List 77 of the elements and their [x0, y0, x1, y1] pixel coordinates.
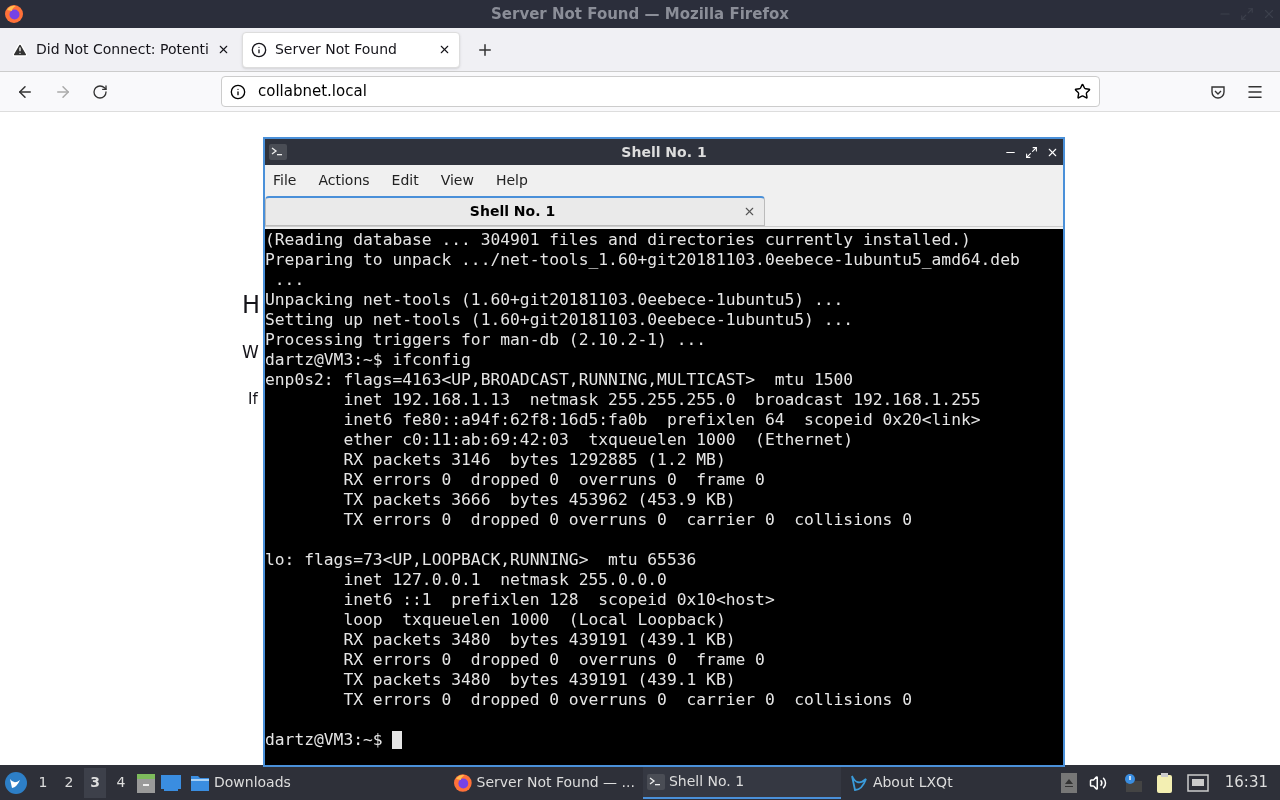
- desktop-icon[interactable]: [160, 773, 182, 792]
- window-title: Server Not Found — Mozilla Firefox: [490, 3, 790, 25]
- task-button[interactable]: About LXQt: [844, 766, 957, 799]
- terminal-line: RX errors 0 dropped 0 overruns 0 frame 0: [342, 650, 766, 670]
- desktop-switcher[interactable]: 3: [84, 767, 106, 798]
- eject-icon[interactable]: [1060, 772, 1077, 793]
- firefox-icon: [4, 4, 24, 24]
- terminal-line: dartz@VM3:~$ ifconfig: [265, 350, 472, 370]
- menu-item[interactable]: Actions: [318, 169, 370, 191]
- notification-icon[interactable]: [1122, 772, 1143, 793]
- clock[interactable]: 16:31: [1224, 771, 1268, 794]
- terminal-line: ether c0:11:ab:69:42:03 txqueuelen 1000 (Ethernet): [342, 430, 855, 450]
- bird-logo-icon[interactable]: [4, 770, 28, 795]
- terminal-line: RX packets 3480 bytes 439191 (439.1 KB): [342, 630, 737, 650]
- page-text: H: [242, 290, 261, 320]
- menu-item[interactable]: View: [440, 169, 474, 191]
- folder-icon: [190, 773, 210, 792]
- terminal-line: lo: flags=73<UP,LOOPBACK,RUNNING> mtu 65536: [265, 550, 698, 570]
- terminal-prompt: dartz@VM3:~$: [265, 730, 384, 750]
- terminal-icon: [646, 773, 665, 790]
- terminal-line: TX packets 3666 bytes 453962 (453.9 KB): [342, 490, 737, 510]
- desktop-switcher[interactable]: 1: [32, 767, 54, 798]
- terminal-line: RX errors 0 dropped 0 overruns 0 frame 0: [342, 470, 766, 490]
- info-icon: [250, 41, 267, 58]
- volume-icon[interactable]: [1088, 773, 1107, 792]
- address-field[interactable]: collabnet.local: [221, 76, 1100, 107]
- menu-item[interactable]: File: [273, 169, 297, 191]
- terminal-line: loop txqueuelen 1000 (Local Loopback): [342, 610, 727, 630]
- tab-title: Shell No. 1: [468, 202, 557, 221]
- terminal-icon: [269, 144, 287, 160]
- close-tab-icon[interactable]: [743, 205, 756, 218]
- terminal-line: RX packets 3146 bytes 1292885 (1.2 MB): [342, 450, 727, 470]
- task-label: Shell No. 1: [668, 772, 745, 791]
- terminal-line: inet6 fe80::a94f:62f8:16d5:fa0b prefixlen 64 scopeid 0x20<link>: [342, 410, 982, 430]
- terminal-line: inet 127.0.0.1 netmask 255.0.0.0: [342, 570, 668, 590]
- task-button[interactable]: Downloads: [186, 766, 295, 799]
- task-label: Downloads: [214, 773, 291, 792]
- pocket-icon[interactable]: [1210, 83, 1226, 100]
- menu-item[interactable]: Help: [495, 169, 528, 191]
- url-text: collabnet.local: [258, 81, 368, 103]
- task-button[interactable]: Shell No. 1: [642, 766, 841, 799]
- network-icon[interactable]: [1186, 773, 1209, 792]
- tab-title: Server Not Found: [274, 40, 398, 59]
- terminal-line: TX errors 0 dropped 0 overruns 0 carrier 0 collisions 0: [342, 690, 913, 710]
- terminal-line: inet 192.168.1.13 netmask 255.255.255.0 broadcast 192.168.1.255: [342, 390, 982, 410]
- info-icon: [230, 83, 246, 100]
- terminal-line: enp0s2: flags=4163<UP,BROADCAST,RUNNING,MULTICAST> mtu 1500: [265, 370, 855, 390]
- reload-icon[interactable]: [92, 83, 108, 100]
- browser-tab[interactable]: Server Not Found: [241, 31, 460, 68]
- terminal-line: TX errors 0 dropped 0 overruns 0 carrier 0 collisions 0: [342, 510, 913, 530]
- tab-title: Did Not Connect: Potenti: [36, 40, 209, 59]
- terminal-line: Preparing to unpack .../net-tools_1.60+git20181103.0eebece-1ubuntu5_amd64.deb: [265, 250, 1021, 270]
- warning-icon: [12, 41, 28, 58]
- maximize-icon[interactable]: [1025, 145, 1038, 159]
- terminal-line: Setting up net-tools (1.60+git20181103.0eebece-1ubuntu5) ...: [265, 310, 855, 330]
- task-label: Server Not Found — ...: [476, 773, 635, 792]
- task-button[interactable]: Server Not Found — ...: [448, 766, 639, 799]
- page-text: If: [248, 388, 258, 410]
- terminal-tab[interactable]: Shell No. 1: [265, 196, 765, 226]
- terminal-line: Unpacking net-tools (1.60+git20181103.0eebece-1ubuntu5) ...: [265, 290, 845, 310]
- terminal-line: Processing triggers for man-db (2.10.2-1) ...: [265, 330, 708, 350]
- browser-tab[interactable]: Did Not Connect: Potenti: [4, 31, 238, 68]
- task-label: About LXQt: [872, 773, 953, 792]
- firefox-icon: [452, 772, 473, 793]
- clipboard-icon[interactable]: [1154, 771, 1175, 794]
- text-cursor: [392, 731, 403, 749]
- terminal-line: TX packets 3480 bytes 439191 (439.1 KB): [342, 670, 737, 690]
- terminal-title: Shell No. 1: [620, 142, 708, 162]
- page-text: W: [242, 341, 259, 364]
- bookmark-star-icon[interactable]: [1074, 83, 1091, 100]
- file-cabinet-icon[interactable]: [136, 771, 156, 794]
- menu-item[interactable]: Edit: [391, 169, 419, 191]
- desktop-switcher[interactable]: 4: [110, 767, 132, 798]
- terminal-line: (Reading database ... 304901 files and directories currently installed.): [265, 230, 972, 250]
- terminal-line: ...: [273, 270, 306, 290]
- desktop-switcher[interactable]: 2: [58, 767, 80, 798]
- terminal-line: inet6 ::1 prefixlen 128 scopeid 0x10<host>: [342, 590, 776, 610]
